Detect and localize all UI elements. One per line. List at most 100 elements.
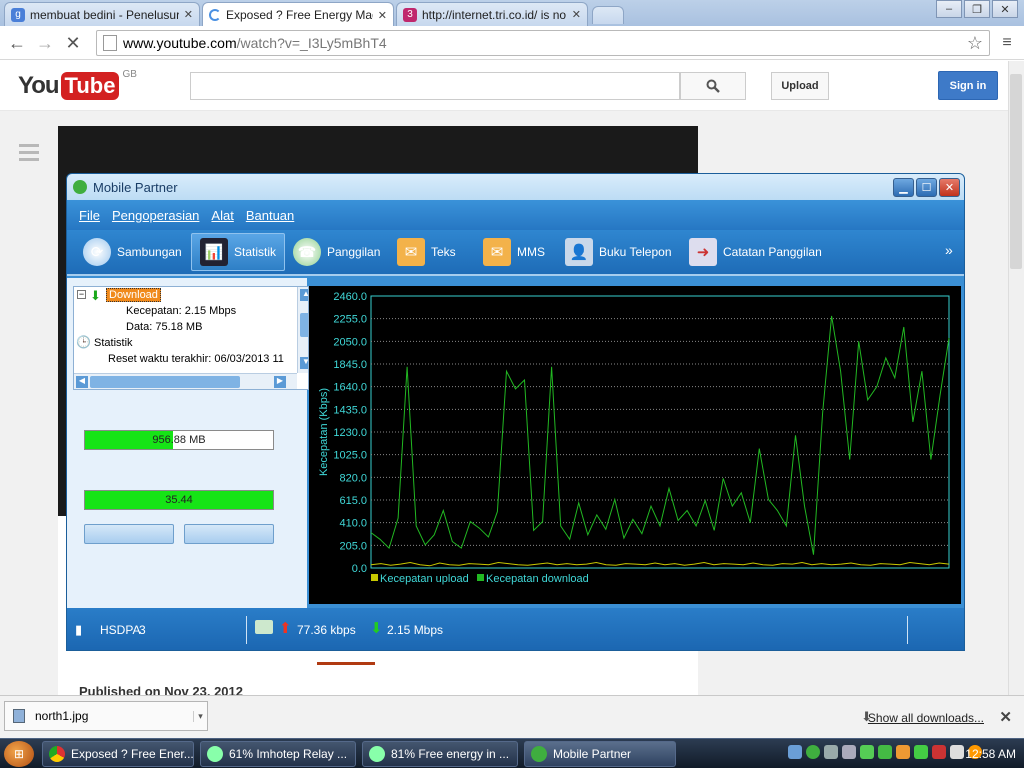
close-icon[interactable]: ✕	[572, 8, 581, 21]
envelope-icon: ✉	[397, 238, 425, 266]
network-icon[interactable]	[788, 745, 802, 759]
close-icon[interactable]: ✕	[999, 708, 1012, 726]
minimize-button[interactable]: ▁	[893, 178, 914, 197]
data-usage-label: 956.88 MB	[152, 434, 206, 446]
tree-item-reset: Reset waktu terakhir: 06/03/2013 11	[108, 353, 284, 365]
scroll-down-icon[interactable]: ▼	[300, 357, 308, 369]
menu-tools[interactable]: Alat	[211, 208, 233, 223]
maximize-button[interactable]: ☐	[916, 178, 937, 197]
clock-icon: 🕒	[76, 335, 91, 349]
youtube-logo[interactable]: You Tube GB	[18, 69, 137, 103]
tri-icon: 3	[403, 7, 417, 22]
image-file-icon	[13, 709, 25, 723]
download-item[interactable]: north1.jpg ▾	[4, 701, 208, 731]
scroll-thumb[interactable]	[90, 376, 240, 388]
tray-icon[interactable]	[896, 745, 910, 759]
menu-help[interactable]: Bantuan	[246, 208, 294, 223]
statistics-icon: 📊	[200, 238, 228, 266]
scrollbar-thumb[interactable]	[1010, 74, 1022, 269]
scroll-up-icon[interactable]: ▲	[300, 289, 308, 301]
taskbar-item-download-1[interactable]: 61% Imhotep Relay ...	[200, 741, 356, 767]
minimize-icon[interactable]: –	[936, 0, 962, 18]
new-tab-button[interactable]	[592, 6, 624, 24]
y-tick-label: 820.0	[339, 472, 367, 484]
more-chevron-icon[interactable]: »	[945, 242, 953, 258]
panel-button-left[interactable]	[84, 524, 174, 544]
show-all-downloads-link[interactable]: Show all downloads...	[868, 711, 984, 725]
menu-operations[interactable]: Pengoperasian	[112, 208, 199, 223]
tray-icon[interactable]	[878, 745, 892, 759]
tree-horizontal-scrollbar[interactable]: ◀ ▶	[74, 373, 297, 389]
tree-vertical-scrollbar[interactable]: ▲ ▼	[297, 287, 308, 373]
upload-speed: 77.36 kbps	[297, 623, 356, 637]
toolbar-calls[interactable]: ☎ Panggilan	[285, 233, 388, 271]
taskbar-label: Mobile Partner	[553, 747, 632, 761]
start-button[interactable]: ⊞	[4, 741, 34, 767]
close-icon[interactable]: ✕	[184, 8, 193, 21]
mobile-partner-icon	[73, 180, 87, 194]
series-line-download	[370, 315, 950, 555]
tray-icon[interactable]	[842, 745, 856, 759]
close-button[interactable]: ✕	[939, 178, 960, 197]
url-path: /watch?v=_I3Ly5mBhT4	[236, 35, 387, 51]
clock: 12:58 AM	[965, 747, 1016, 761]
sign-in-button[interactable]: Sign in	[938, 71, 998, 100]
toolbar-label: Panggilan	[327, 245, 381, 259]
search-button[interactable]	[680, 72, 746, 100]
y-tick-label: 2255.0	[333, 314, 367, 326]
back-arrow-icon[interactable]: ←	[6, 32, 28, 54]
window-title-bar[interactable]: Mobile Partner	[67, 174, 964, 200]
scroll-thumb[interactable]	[300, 313, 308, 337]
toolbar-statistics[interactable]: 📊 Statistik	[191, 233, 286, 271]
scroll-right-icon[interactable]: ▶	[274, 376, 286, 388]
tray-icon[interactable]	[932, 745, 946, 759]
tree-item-statistics[interactable]: Statistik	[94, 337, 133, 349]
logo-you: You	[18, 72, 60, 99]
tree-item-speed: Kecepatan: 2.15 Mbps	[126, 305, 237, 317]
taskbar-item-mobile-partner[interactable]: Mobile Partner	[524, 741, 676, 767]
mobile-partner-icon[interactable]	[806, 745, 820, 759]
close-icon[interactable]: ✕	[992, 0, 1018, 18]
tab-tri[interactable]: 3 http://internet.tri.co.id/ is no ✕	[396, 2, 588, 26]
toolbar-mms[interactable]: ✉ MMS	[475, 233, 553, 271]
toolbar-connection[interactable]: ⟳ Sambungan	[75, 233, 190, 271]
toolbar-call-log[interactable]: ➜ Catatan Panggilan	[681, 233, 830, 271]
download-file-name: north1.jpg	[35, 709, 89, 723]
phone-icon: ☎	[293, 238, 321, 266]
tree-item-download[interactable]: Download	[106, 288, 161, 302]
restore-icon[interactable]: ❐	[964, 0, 990, 18]
search-input[interactable]	[190, 72, 680, 100]
menu-file[interactable]: File	[79, 208, 100, 223]
address-bar[interactable]: www.youtube.com/watch?v=_I3Ly5mBhT4	[96, 30, 990, 56]
upload-button[interactable]: Upload	[771, 72, 829, 100]
y-tick-label: 2460.0	[333, 291, 367, 303]
series-line-upload	[370, 561, 950, 567]
tab-youtube[interactable]: Exposed ? Free Energy Magnet ✕	[202, 2, 394, 27]
toolbar-phonebook[interactable]: 👤 Buku Telepon	[557, 233, 680, 271]
download-arrow-icon: ⬇	[90, 288, 101, 303]
taskbar-label: Exposed ? Free Ener...	[71, 747, 194, 761]
star-icon[interactable]: ☆	[964, 32, 986, 54]
volume-icon[interactable]	[950, 745, 964, 759]
download-arrow-icon: ⬇	[370, 620, 383, 637]
tray-icon[interactable]	[914, 745, 928, 759]
tab-google-search[interactable]: g membuat bedini - Penelusuran ✕	[4, 2, 200, 26]
forward-arrow-icon[interactable]: →	[34, 32, 56, 54]
y-tick-label: 2050.0	[333, 336, 367, 348]
statistics-tree[interactable]: − ⬇ Download Kecepatan: 2.15 Mbps Data: …	[73, 286, 309, 390]
guide-menu-icon[interactable]	[19, 144, 39, 165]
panel-button-right[interactable]	[184, 524, 274, 544]
taskbar-item-chrome[interactable]: Exposed ? Free Ener...	[42, 741, 194, 767]
toolbar-text[interactable]: ✉ Teks	[389, 233, 464, 271]
stop-icon[interactable]: ✕	[62, 32, 84, 54]
scroll-left-icon[interactable]: ◀	[76, 376, 88, 388]
collapse-icon[interactable]: −	[77, 290, 86, 299]
toolbar-label: MMS	[517, 245, 545, 259]
chevron-down-icon[interactable]: ▾	[193, 710, 207, 722]
menu-icon[interactable]: ≡	[996, 32, 1018, 54]
tray-icon[interactable]	[860, 745, 874, 759]
tray-icon[interactable]	[824, 745, 838, 759]
legend-label: Kecepatan download	[486, 573, 589, 585]
taskbar-item-download-2[interactable]: 81% Free energy in ...	[362, 741, 518, 767]
close-icon[interactable]: ✕	[378, 9, 387, 22]
